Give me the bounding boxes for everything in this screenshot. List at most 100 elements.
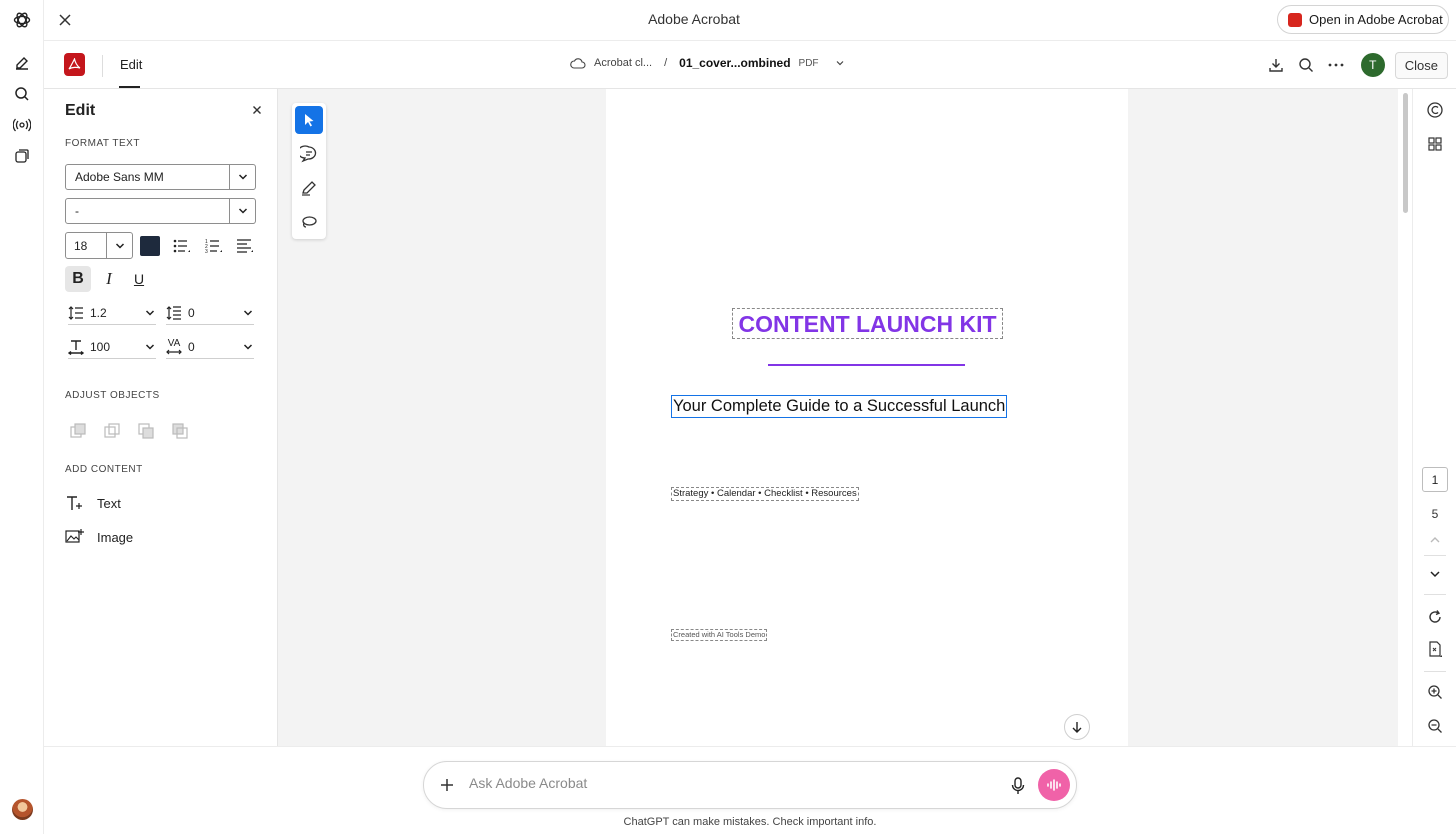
total-pages: 5 bbox=[1431, 507, 1439, 521]
separator bbox=[1424, 594, 1446, 595]
font-family-value: Adobe Sans MM bbox=[75, 170, 164, 184]
paragraph-spacing-value: 0 bbox=[188, 305, 195, 320]
document-name[interactable]: 01_cover...ombined bbox=[679, 56, 790, 70]
horizontal-scale-icon bbox=[68, 339, 84, 355]
document-extension: PDF bbox=[798, 57, 819, 69]
title-bar: Adobe Acrobat Open in Adobe Acrobat bbox=[44, 0, 1456, 41]
user-avatar[interactable] bbox=[12, 799, 33, 820]
page-tools-icon[interactable] bbox=[1425, 640, 1445, 660]
horizontal-scale-value: 100 bbox=[90, 339, 111, 354]
line-spacing-icon bbox=[68, 305, 84, 321]
horizontal-scale-select[interactable]: 100 bbox=[68, 335, 156, 359]
line-spacing-select[interactable]: 1.2 bbox=[68, 301, 156, 325]
zoom-in-icon[interactable] bbox=[1425, 682, 1445, 702]
chevron-down-icon[interactable] bbox=[106, 233, 132, 258]
more-options-icon[interactable] bbox=[1321, 50, 1351, 80]
breadcrumb-root[interactable]: Acrobat cl... bbox=[594, 57, 652, 69]
waveform-icon bbox=[1047, 779, 1061, 791]
chat-composer bbox=[423, 761, 1077, 809]
account-avatar[interactable]: T bbox=[1360, 53, 1385, 77]
grid-view-icon[interactable] bbox=[1425, 134, 1445, 154]
bulleted-list-icon[interactable] bbox=[171, 235, 193, 257]
chat-input[interactable] bbox=[469, 775, 989, 791]
tab-edit-indicator bbox=[119, 86, 140, 88]
disclaimer-text: ChatGPT can make mistakes. Check importa… bbox=[623, 816, 877, 828]
breadcrumb: Acrobat cl... / 01_cover...ombined PDF bbox=[570, 56, 845, 70]
document-credit[interactable]: Created with AI Tools Demo bbox=[671, 629, 768, 641]
chevron-down-icon[interactable] bbox=[835, 58, 845, 68]
download-icon[interactable] bbox=[1261, 50, 1291, 80]
rotate-icon[interactable] bbox=[1425, 607, 1445, 627]
broadcast-icon[interactable] bbox=[11, 114, 33, 136]
font-family-select[interactable]: Adobe Sans MM bbox=[65, 164, 256, 190]
add-text-icon bbox=[67, 496, 82, 510]
toolbar-actions: T Close bbox=[1261, 49, 1456, 81]
select-tool-icon[interactable] bbox=[295, 106, 323, 134]
arrow-down-icon bbox=[1072, 722, 1082, 733]
separator bbox=[1424, 671, 1446, 672]
current-page-input[interactable]: 1 bbox=[1422, 467, 1448, 492]
close-button[interactable]: Close bbox=[1394, 51, 1448, 79]
plus-icon[interactable] bbox=[436, 774, 458, 796]
chevron-down-icon[interactable] bbox=[1425, 564, 1445, 584]
add-text-label: Text bbox=[97, 495, 121, 511]
chevron-down-icon bbox=[243, 309, 253, 316]
tab-edit[interactable]: Edit bbox=[120, 57, 142, 72]
search-icon[interactable] bbox=[1291, 50, 1321, 80]
format-text-label: FORMAT TEXT bbox=[65, 138, 140, 149]
character-spacing-select[interactable]: VA 0 bbox=[166, 335, 254, 359]
close-icon[interactable] bbox=[249, 102, 265, 118]
acrobat-toolbar: Edit Acrobat cl... / 01_cover...ombined … bbox=[44, 41, 1456, 89]
title-underline bbox=[768, 364, 965, 366]
add-image-label: Image bbox=[97, 529, 134, 545]
text-color-swatch[interactable] bbox=[140, 236, 160, 256]
open-in-acrobat-button[interactable]: Open in Adobe Acrobat bbox=[1277, 5, 1449, 34]
bring-to-front-icon bbox=[69, 422, 87, 440]
chatgpt-logo-icon[interactable] bbox=[11, 9, 33, 31]
new-chat-icon[interactable] bbox=[11, 52, 33, 74]
character-spacing-value: 0 bbox=[188, 339, 195, 354]
scrollbar-thumb[interactable] bbox=[1403, 93, 1408, 213]
chevron-down-icon[interactable] bbox=[229, 199, 255, 223]
edit-panel: Edit FORMAT TEXT Adobe Sans MM - 18 123 … bbox=[44, 89, 278, 746]
draw-tool-icon[interactable] bbox=[295, 174, 323, 202]
document-title[interactable]: CONTENT LAUNCH KIT bbox=[732, 308, 1003, 339]
font-style-select[interactable]: - bbox=[65, 198, 256, 224]
ai-assistant-icon[interactable] bbox=[1425, 100, 1445, 120]
tool-palette bbox=[292, 103, 326, 239]
lasso-tool-icon[interactable] bbox=[295, 208, 323, 236]
paragraph-spacing-select[interactable]: 0 bbox=[166, 301, 254, 325]
document-subtitle[interactable]: Your Complete Guide to a Successful Laun… bbox=[671, 395, 1007, 418]
line-spacing-value: 1.2 bbox=[90, 305, 107, 320]
comment-tool-icon[interactable] bbox=[295, 140, 323, 168]
add-image-icon bbox=[65, 529, 84, 543]
italic-button[interactable]: I bbox=[96, 266, 122, 292]
gallery-icon[interactable] bbox=[11, 145, 33, 167]
zoom-out-icon[interactable] bbox=[1425, 716, 1445, 736]
chevron-down-icon[interactable] bbox=[229, 165, 255, 189]
align-left-icon[interactable] bbox=[234, 235, 256, 257]
scroll-down-button[interactable] bbox=[1064, 714, 1090, 740]
numbered-list-icon[interactable]: 123 bbox=[203, 235, 225, 257]
app-rail bbox=[0, 0, 44, 834]
breadcrumb-separator: / bbox=[664, 57, 668, 69]
voice-mode-button[interactable] bbox=[1038, 769, 1070, 801]
right-rail: 1 5 bbox=[1412, 89, 1456, 746]
font-style-value: - bbox=[75, 204, 79, 218]
add-image-button[interactable]: Image bbox=[65, 528, 133, 546]
microphone-icon[interactable] bbox=[1007, 775, 1029, 797]
underline-button[interactable]: U bbox=[126, 266, 152, 292]
document-tags[interactable]: Strategy • Calendar • Checklist • Resour… bbox=[671, 487, 859, 501]
acrobat-logo-icon bbox=[1288, 12, 1302, 27]
search-icon[interactable] bbox=[11, 83, 33, 105]
chevron-up-icon[interactable] bbox=[1425, 530, 1445, 550]
open-in-acrobat-label: Open in Adobe Acrobat bbox=[1309, 12, 1443, 27]
chevron-down-icon bbox=[145, 343, 155, 350]
font-size-select[interactable]: 18 bbox=[65, 232, 133, 259]
chevron-down-icon bbox=[145, 309, 155, 316]
adjust-objects-label: ADJUST OBJECTS bbox=[65, 390, 160, 401]
bold-button[interactable]: B bbox=[65, 266, 91, 292]
separator bbox=[1424, 555, 1446, 556]
add-text-button[interactable]: Text bbox=[65, 494, 121, 512]
toolbar-divider bbox=[102, 55, 103, 77]
